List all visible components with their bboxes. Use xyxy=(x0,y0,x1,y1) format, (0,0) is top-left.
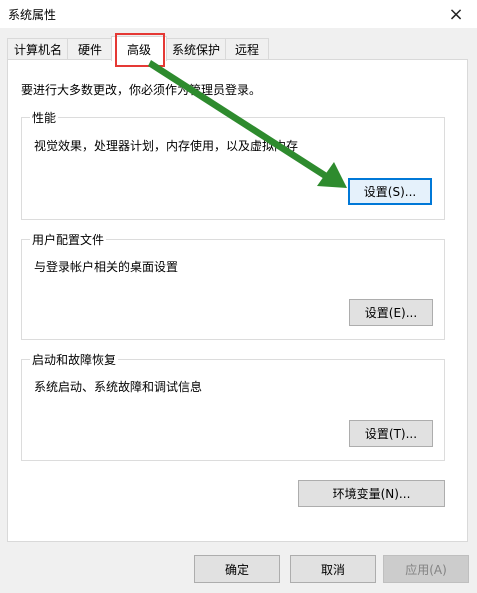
performance-title: 性能 xyxy=(30,109,59,126)
startup-recovery-title: 启动和故障恢复 xyxy=(30,351,119,368)
performance-description: 视觉效果，处理器计划，内存使用，以及虚拟内存 xyxy=(34,139,299,153)
user-profiles-settings-button[interactable]: 设置(E)... xyxy=(349,299,433,326)
close-icon[interactable]: × xyxy=(435,0,477,28)
annotation-highlight-box xyxy=(115,33,165,67)
tab-remote[interactable]: 远程 xyxy=(225,38,269,59)
apply-button[interactable]: 应用(A) xyxy=(383,555,469,583)
cancel-button[interactable]: 取消 xyxy=(290,555,376,583)
environment-variables-button[interactable]: 环境变量(N)... xyxy=(298,480,445,507)
tab-hardware[interactable]: 硬件 xyxy=(67,38,113,59)
admin-notice: 要进行大多数更改，你必须作为管理员登录。 xyxy=(21,83,262,97)
ok-button[interactable]: 确定 xyxy=(194,555,280,583)
tab-system-protection[interactable]: 系统保护 xyxy=(165,38,227,59)
user-profiles-title: 用户配置文件 xyxy=(30,231,107,248)
window-title: 系统属性 xyxy=(8,8,57,22)
tab-computer-name[interactable]: 计算机名 xyxy=(7,38,69,59)
startup-recovery-settings-button[interactable]: 设置(T)... xyxy=(349,420,433,447)
title-bar: 系统属性 × xyxy=(0,0,477,28)
user-profiles-description: 与登录帐户相关的桌面设置 xyxy=(34,260,179,274)
startup-recovery-description: 系统启动、系统故障和调试信息 xyxy=(34,380,203,394)
performance-settings-button[interactable]: 设置(S)... xyxy=(348,178,432,205)
